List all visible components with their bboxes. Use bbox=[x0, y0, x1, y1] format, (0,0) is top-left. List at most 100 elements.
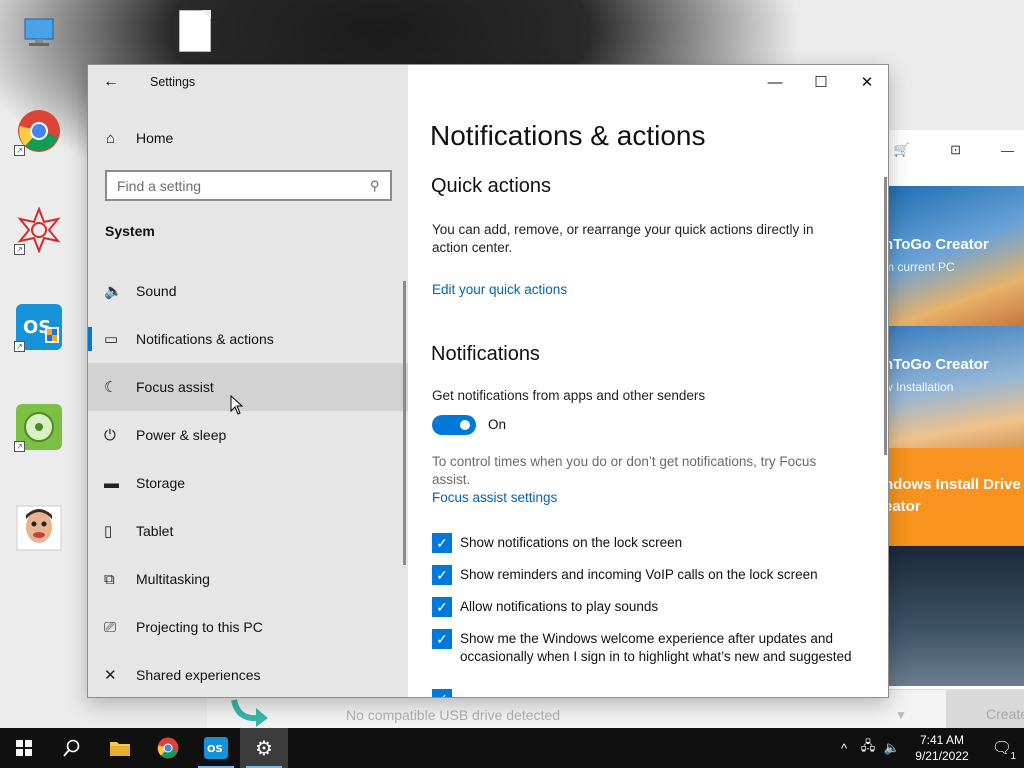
home-nav-item[interactable]: ⌂ Home bbox=[88, 123, 408, 153]
chrome-icon[interactable]: ↗ bbox=[14, 106, 64, 156]
checkbox-label: Show notifications on the lock screen bbox=[460, 535, 683, 550]
title-bar: ← Settings bbox=[88, 65, 408, 99]
svg-text:OS: OS bbox=[207, 744, 223, 755]
tile-subtitle: eator bbox=[888, 498, 921, 515]
taskbar-os-tool[interactable]: OS bbox=[192, 728, 240, 768]
nav-item-multitasking[interactable]: ⧉ Multitasking bbox=[88, 555, 408, 603]
wintogo-tile-current-pc[interactable]: nToGo Creator m current PC bbox=[888, 186, 1024, 326]
cart-icon[interactable]: 🛒 bbox=[894, 142, 910, 158]
app-title: Settings bbox=[150, 75, 196, 89]
checkbox-welcome-experience[interactable]: ✓ Show me the Windows welcome experience… bbox=[432, 629, 852, 666]
home-icon: ⌂ bbox=[106, 129, 116, 147]
checkbox-lock-screen-reminders[interactable]: ✓ Show reminders and incoming VoIP calls… bbox=[432, 565, 872, 585]
nav-item-sound[interactable]: 🔈 Sound bbox=[88, 267, 408, 315]
start-button[interactable] bbox=[0, 728, 48, 768]
chrome-icon bbox=[157, 737, 179, 759]
search-icon: ⚲ bbox=[370, 177, 380, 193]
notifications-heading: Notifications bbox=[431, 343, 540, 365]
nav-list: 🔈 Sound ▭ Notifications & actions ☾ Focu… bbox=[88, 267, 408, 699]
usb-status-text: No compatible USB drive detected bbox=[346, 707, 560, 723]
clock[interactable]: 7:41 AM 9/21/2022 bbox=[904, 732, 980, 764]
checkmark-icon: ✓ bbox=[432, 533, 452, 553]
this-pc-icon[interactable] bbox=[14, 8, 64, 58]
minimize-icon[interactable]: — bbox=[1001, 143, 1014, 158]
create-button[interactable]: Create bbox=[946, 690, 1024, 728]
chevron-up-icon[interactable]: ^ bbox=[832, 741, 856, 756]
file-icon[interactable] bbox=[179, 10, 211, 52]
search-icon bbox=[63, 739, 80, 757]
nav-item-shared-experiences[interactable]: ✕ Shared experiences bbox=[88, 651, 408, 699]
os-tool-icon[interactable]: OS ↗ bbox=[14, 302, 64, 352]
nav-item-label: Storage bbox=[136, 475, 186, 491]
folder-icon bbox=[110, 742, 130, 756]
photo-icon[interactable] bbox=[14, 503, 64, 553]
install-drive-creator-tile[interactable]: ndows Install Drive eator bbox=[888, 448, 1024, 546]
focus-assist-settings-link[interactable]: Focus assist settings bbox=[432, 490, 557, 505]
checkbox-label: Allow notifications to play sounds bbox=[460, 599, 659, 614]
nav-item-label: Shared experiences bbox=[136, 667, 261, 683]
restore-icon[interactable]: ⊡ bbox=[950, 142, 961, 158]
disk-tool-icon[interactable]: ↗ bbox=[14, 402, 64, 452]
tile-subtitle: m current PC bbox=[888, 260, 955, 274]
section-title: System bbox=[105, 223, 155, 239]
toggle-knob bbox=[460, 420, 470, 430]
create-button-label: Create bbox=[986, 706, 1024, 722]
power-icon: ⏻ bbox=[104, 426, 116, 444]
multitasking-icon: ⧉ bbox=[104, 570, 115, 588]
mathematica-icon[interactable]: ↗ bbox=[14, 205, 64, 255]
projector-icon: ⎚ bbox=[104, 618, 117, 636]
toggle-state-label: On bbox=[488, 417, 507, 432]
settings-content: Notifications & actions Quick actions Yo… bbox=[408, 65, 888, 697]
nav-item-label: Multitasking bbox=[136, 571, 210, 587]
clock-date: 9/21/2022 bbox=[915, 749, 969, 763]
checkbox-label: Show me the Windows welcome experience a… bbox=[460, 631, 852, 664]
page-title: Notifications & actions bbox=[430, 120, 706, 151]
network-icon[interactable]: 🖧 bbox=[856, 737, 880, 759]
search-placeholder: Find a setting bbox=[117, 177, 202, 194]
action-center-button[interactable]: 🗨 1 bbox=[980, 738, 1024, 762]
content-scrollbar[interactable] bbox=[884, 177, 887, 455]
checkbox-lock-screen-notifications[interactable]: ✓ Show notifications on the lock screen bbox=[432, 533, 872, 553]
nav-item-projecting[interactable]: ⎚ Projecting to this PC bbox=[88, 603, 408, 651]
back-button[interactable]: ← bbox=[88, 65, 134, 99]
nav-item-storage[interactable]: ▬ Storage bbox=[88, 459, 408, 507]
checkbox-label: Show reminders and incoming VoIP calls o… bbox=[460, 567, 818, 582]
settings-window: ← Settings ⌂ Home Find a setting ⚲ Syste… bbox=[87, 64, 889, 698]
checkmark-icon: ✓ bbox=[432, 629, 452, 649]
wintogo-tile-new-installation[interactable]: nToGo Creator w Installation bbox=[888, 326, 1024, 448]
taskbar-file-explorer[interactable] bbox=[96, 728, 144, 768]
checkbox-tips-partial[interactable]: ✓ bbox=[432, 689, 872, 697]
quick-actions-description: You can add, remove, or rearrange your q… bbox=[432, 222, 814, 255]
nav-item-notifications-actions[interactable]: ▭ Notifications & actions bbox=[88, 315, 408, 363]
shortcut-arrow-icon: ↗ bbox=[14, 244, 25, 255]
nav-item-power-sleep[interactable]: ⏻ Power & sleep bbox=[88, 411, 408, 459]
notification-icon: 🗨 bbox=[991, 740, 1013, 757]
volume-icon[interactable]: 🔈 bbox=[880, 740, 904, 756]
moon-icon: ☾ bbox=[104, 379, 118, 396]
nav-item-focus-assist[interactable]: ☾ Focus assist bbox=[88, 363, 408, 411]
search-button[interactable] bbox=[48, 728, 96, 768]
shortcut-arrow-icon: ↗ bbox=[14, 441, 25, 452]
search-input[interactable]: Find a setting ⚲ bbox=[105, 170, 392, 201]
nav-item-tablet[interactable]: ▯ Tablet bbox=[88, 507, 408, 555]
checkmark-icon: ✓ bbox=[432, 597, 452, 617]
tile-title: ndows Install Drive bbox=[888, 476, 1021, 493]
sidebar-scrollbar[interactable] bbox=[403, 281, 406, 565]
message-icon: ▭ bbox=[104, 331, 119, 348]
chevron-down-icon[interactable]: ▼ bbox=[895, 708, 907, 722]
settings-sidebar: ← Settings ⌂ Home Find a setting ⚲ Syste… bbox=[88, 65, 408, 697]
checkmark-icon: ✓ bbox=[432, 565, 452, 585]
edit-quick-actions-link[interactable]: Edit your quick actions bbox=[432, 282, 567, 297]
tile-subtitle: w Installation bbox=[888, 380, 954, 394]
checkbox-notification-sounds[interactable]: ✓ Allow notifications to play sounds bbox=[432, 597, 872, 617]
clock-time: 7:41 AM bbox=[919, 733, 965, 747]
checkmark-icon: ✓ bbox=[432, 689, 452, 697]
taskbar-settings[interactable]: ⚙ bbox=[240, 728, 288, 768]
nav-item-label: Notifications & actions bbox=[136, 331, 274, 347]
notifications-toggle[interactable] bbox=[432, 415, 476, 435]
system-tray: ^ 🖧 🔈 7:41 AM 9/21/2022 🗨 1 bbox=[832, 728, 1024, 768]
gear-icon: ⚙ bbox=[255, 737, 273, 760]
taskbar-chrome[interactable] bbox=[144, 728, 192, 768]
shortcut-arrow-icon: ↗ bbox=[14, 341, 25, 352]
tile-title: nToGo Creator bbox=[888, 236, 989, 253]
